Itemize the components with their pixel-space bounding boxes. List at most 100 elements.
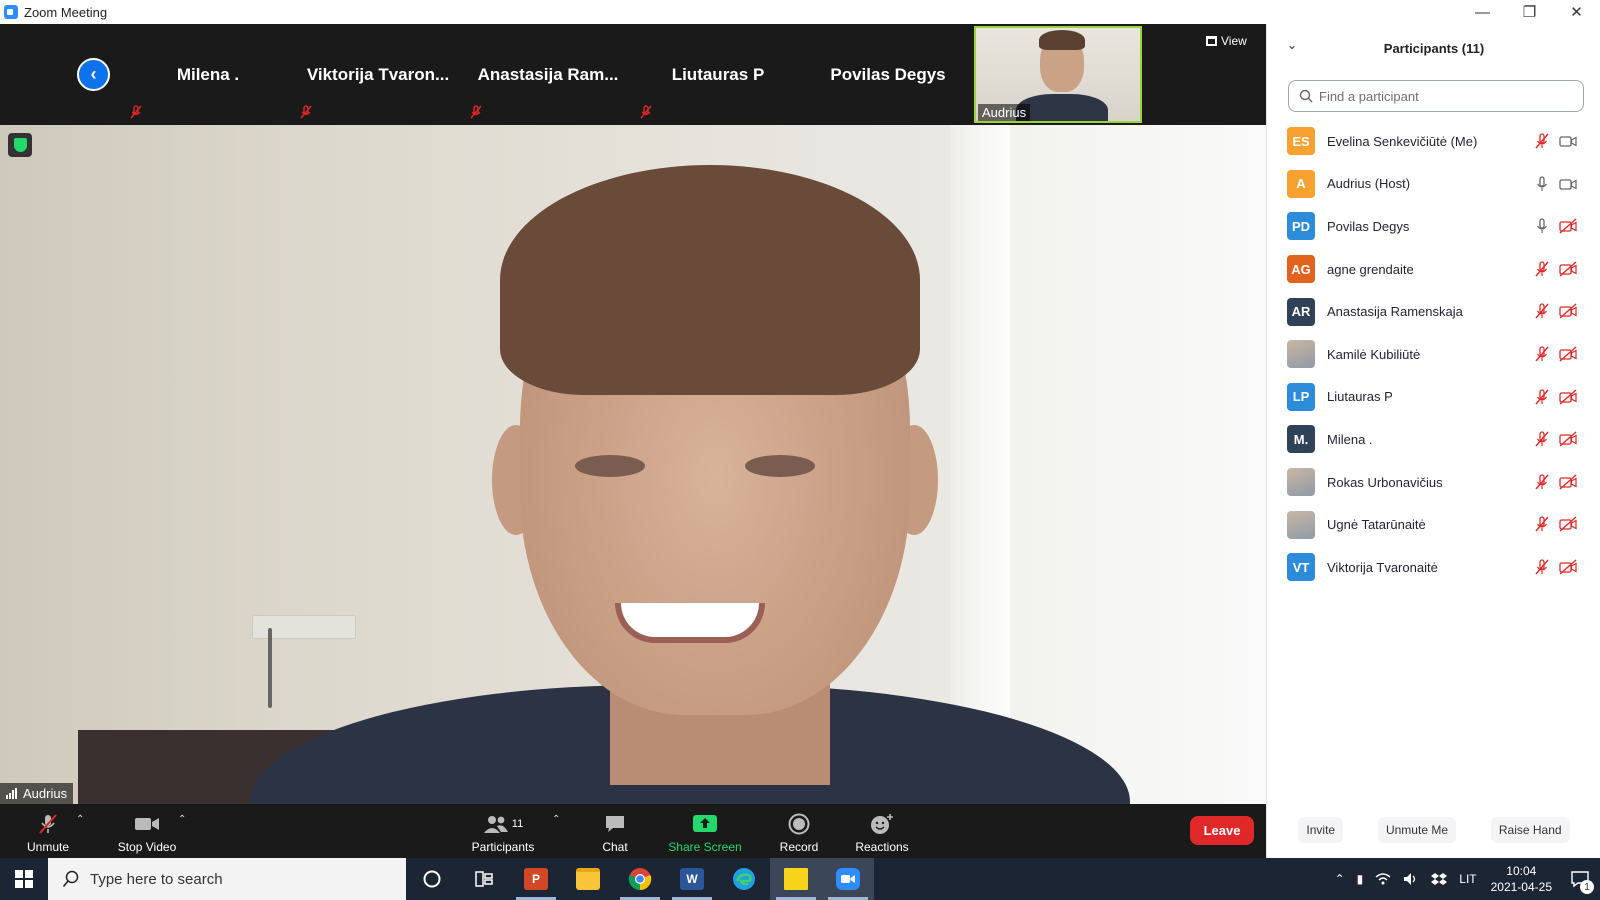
taskbar-word[interactable]: W	[666, 858, 718, 900]
taskbar-search[interactable]	[48, 858, 406, 900]
strip-previous-button[interactable]: ‹	[77, 58, 110, 91]
participant-name: Liutauras P	[1327, 389, 1393, 405]
taskbar-file-explorer[interactable]	[562, 858, 614, 900]
participant-row[interactable]: M. Milena .	[1267, 418, 1600, 461]
taskbar-search-input[interactable]	[90, 870, 390, 888]
speaker-name: Audrius	[23, 786, 68, 801]
taskbar-chrome[interactable]	[614, 858, 666, 900]
participant-search[interactable]	[1288, 80, 1584, 112]
video-off-icon[interactable]	[1559, 558, 1577, 576]
participant-row[interactable]: Ugnė Tatarūnaitė	[1267, 503, 1600, 546]
collapse-chevron-icon[interactable]: ⌄	[1287, 38, 1297, 52]
video-off-icon[interactable]	[1559, 515, 1577, 533]
mic-icon[interactable]	[1533, 217, 1551, 235]
participant-row[interactable]: A Audrius (Host)	[1267, 163, 1600, 206]
participant-row[interactable]: Kamilė Kubiliūtė	[1267, 333, 1600, 376]
unmute-me-button[interactable]: Unmute Me	[1377, 817, 1456, 843]
view-button[interactable]: View	[1206, 34, 1247, 48]
thumbnail-povilas[interactable]: Povilas Degys	[804, 26, 972, 123]
participant-name: Viktorija Tvaronaitė	[1327, 559, 1438, 575]
participant-search-input[interactable]	[1319, 88, 1559, 104]
speaker-eye-right	[745, 455, 815, 477]
participant-row[interactable]: PD Povilas Degys	[1267, 205, 1600, 248]
participants-button[interactable]: 11 Participants	[466, 804, 540, 858]
video-camera-icon[interactable]	[1559, 132, 1577, 150]
language-indicator[interactable]: LIT	[1453, 872, 1482, 886]
participant-name: Ugnė Tatarūnaitė	[1327, 517, 1426, 533]
taskbar-sticky-notes[interactable]	[770, 858, 822, 900]
raise-hand-button[interactable]: Raise Hand	[1490, 817, 1570, 843]
action-center-button[interactable]: 1	[1560, 858, 1600, 900]
participant-row[interactable]: ES Evelina Senkevičiūtė (Me)	[1267, 120, 1600, 163]
participants-panel: ⌄ Participants (11) ES Evelina Senkevičiū…	[1266, 24, 1600, 858]
video-off-icon[interactable]	[1559, 302, 1577, 320]
battery-icon[interactable]: ▮	[1351, 872, 1370, 886]
mic-muted-icon[interactable]	[1533, 260, 1551, 278]
video-off-icon[interactable]	[1559, 217, 1577, 235]
background-curtain	[950, 125, 1010, 804]
unmute-button[interactable]: Unmute	[20, 804, 76, 858]
clock-time: 10:04	[1506, 864, 1537, 878]
thumbnail-strip: ‹ Milena . Viktorija Tvaron... Anastasij…	[0, 24, 1266, 125]
thumbnail-milena[interactable]: Milena .	[124, 26, 292, 123]
audio-options-chevron-icon[interactable]: ⌃	[76, 814, 84, 825]
leave-button[interactable]: Leave	[1190, 816, 1254, 845]
mic-muted-icon[interactable]	[1533, 430, 1551, 448]
close-button[interactable]: ✕	[1553, 0, 1600, 24]
encryption-shield-icon[interactable]	[8, 133, 32, 157]
participant-row[interactable]: AR Anastasija Ramenskaja	[1267, 290, 1600, 333]
speaker-eye-left	[575, 455, 645, 477]
stop-video-button[interactable]: Stop Video	[110, 804, 184, 858]
participant-avatar	[1287, 340, 1315, 369]
wifi-icon[interactable]	[1369, 872, 1397, 886]
clock[interactable]: 10:04 2021-04-25	[1483, 863, 1560, 895]
invite-button[interactable]: Invite	[1298, 817, 1344, 843]
record-button[interactable]: Record	[772, 804, 826, 858]
reactions-button[interactable]: Reactions	[850, 804, 914, 858]
thumbnail-video-audrius[interactable]: Audrius	[974, 26, 1142, 123]
mic-muted-icon[interactable]	[1533, 558, 1551, 576]
mic-icon[interactable]	[1533, 175, 1551, 193]
participant-row[interactable]: Rokas Urbonavičius	[1267, 461, 1600, 504]
video-off-icon[interactable]	[1559, 260, 1577, 278]
video-options-chevron-icon[interactable]: ⌃	[178, 814, 186, 825]
volume-icon[interactable]	[1397, 872, 1425, 886]
participant-name: Milena .	[1327, 431, 1373, 447]
taskbar-edge[interactable]	[718, 858, 770, 900]
video-off-icon[interactable]	[1559, 345, 1577, 363]
share-screen-button[interactable]: Share Screen	[664, 804, 746, 858]
unmute-label: Unmute	[26, 840, 70, 854]
participant-row[interactable]: LP Liutauras P	[1267, 376, 1600, 419]
task-view-button[interactable]	[458, 858, 510, 900]
thumbnail-viktorija[interactable]: Viktorija Tvaron...	[294, 26, 462, 123]
start-button[interactable]	[0, 858, 48, 900]
zoom-icon	[836, 868, 860, 890]
participants-options-chevron-icon[interactable]: ⌃	[552, 814, 560, 825]
video-off-icon[interactable]	[1559, 388, 1577, 406]
video-off-icon[interactable]	[1559, 473, 1577, 491]
taskbar-powerpoint[interactable]: P	[510, 858, 562, 900]
dropbox-icon[interactable]	[1425, 872, 1453, 886]
cortana-button[interactable]	[406, 858, 458, 900]
minimize-button[interactable]: —	[1459, 0, 1506, 24]
mic-muted-icon[interactable]	[1533, 132, 1551, 150]
mic-muted-icon[interactable]	[1533, 302, 1551, 320]
video-off-icon[interactable]	[1559, 430, 1577, 448]
system-tray: ⌃ ▮ LIT 10:04 2021-04-25 1	[1329, 858, 1600, 900]
mic-muted-icon[interactable]	[1533, 473, 1551, 491]
chat-button[interactable]: Chat	[590, 804, 640, 858]
taskbar-zoom[interactable]	[822, 858, 874, 900]
participant-row[interactable]: AG agne grendaite	[1267, 248, 1600, 291]
show-hidden-icons-chevron-icon[interactable]: ⌃	[1329, 872, 1351, 886]
participant-row[interactable]: VT Viktorija Tvaronaitė	[1267, 546, 1600, 589]
signal-strength-icon	[6, 788, 17, 799]
mic-muted-icon[interactable]	[1533, 388, 1551, 406]
thumbnail-anastasija[interactable]: Anastasija Ram...	[464, 26, 632, 123]
restore-button[interactable]: ❐	[1506, 0, 1553, 24]
video-camera-icon[interactable]	[1559, 175, 1577, 193]
mic-muted-icon[interactable]	[1533, 515, 1551, 533]
windows-taskbar: P W ⌃ ▮ LIT 10:04 2021-04-25	[0, 858, 1600, 900]
thumbnail-liutauras[interactable]: Liutauras P	[634, 26, 802, 123]
chat-label: Chat	[602, 840, 628, 854]
mic-muted-icon[interactable]	[1533, 345, 1551, 363]
